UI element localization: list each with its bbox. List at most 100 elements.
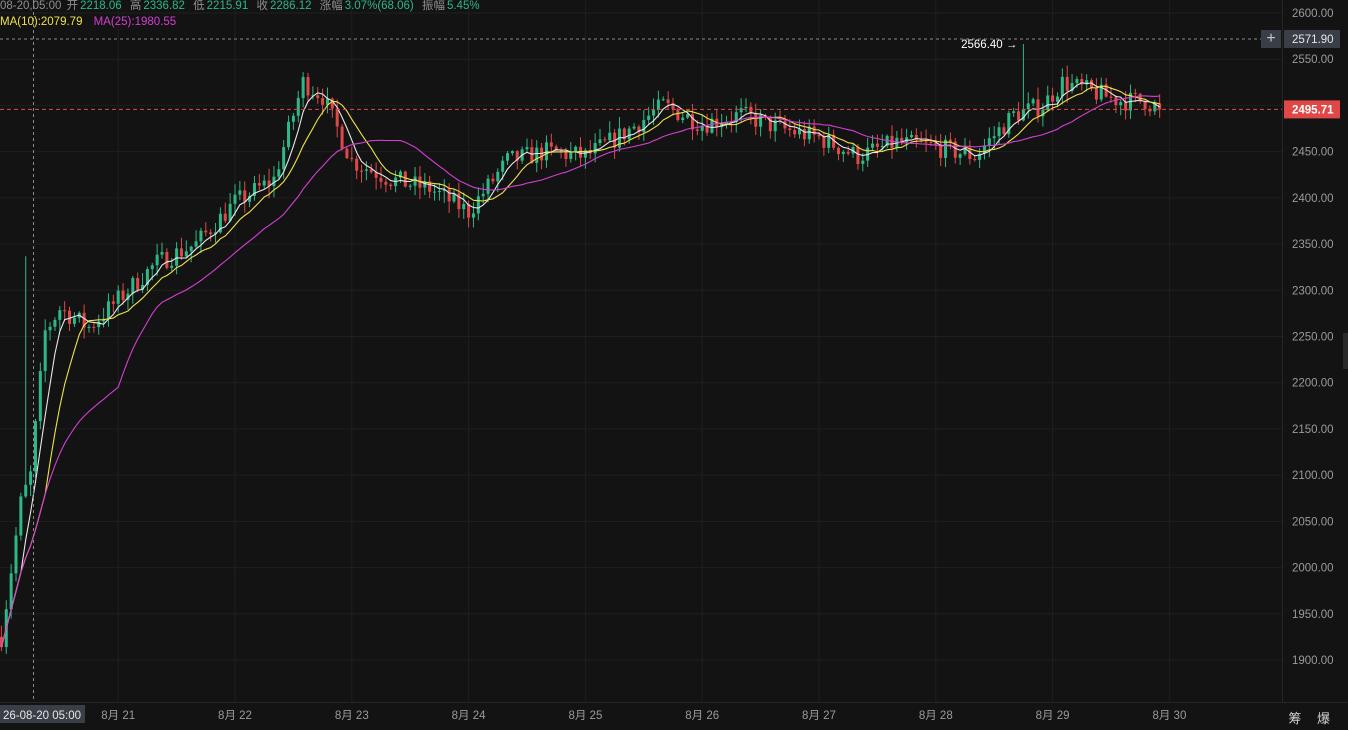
candle-body (481, 193, 485, 197)
ma10-legend: MA(10):2079.79 (0, 16, 83, 28)
candle-body (301, 77, 305, 99)
close-label: 收 (256, 0, 268, 12)
price-axis-label: 2200.00 (1292, 378, 1334, 390)
candle-body (535, 147, 539, 163)
candle-body (384, 181, 388, 185)
candle-body (389, 184, 393, 187)
candle-body (184, 251, 188, 257)
candle-body (768, 116, 772, 132)
crosshair-time-label: 26-08-20 05:00 (3, 710, 81, 722)
price-axis-label: 2050.00 (1292, 516, 1334, 528)
candle-body (150, 265, 154, 270)
crosshair-price-label: 2571.90 (1292, 34, 1334, 46)
candle-body (817, 134, 821, 137)
candle-body (447, 189, 451, 202)
candle-body (1124, 102, 1128, 111)
candle-body (501, 160, 505, 172)
candle-body (97, 321, 101, 328)
time-axis-label: 8月 22 (218, 710, 252, 722)
candle-body (335, 108, 339, 127)
time-axis-label: 8月 26 (685, 710, 719, 722)
price-axis-label: 2100.00 (1292, 470, 1334, 482)
candle-body (1143, 101, 1147, 110)
ohlc-time: 08-20,05:00 (0, 0, 62, 12)
candle-body (121, 290, 125, 300)
candle-body (1075, 79, 1079, 83)
candle-body (316, 95, 320, 99)
ma25-legend: MA(25):1980.55 (93, 16, 177, 28)
candle-body (846, 151, 850, 154)
ma-legend: MA(10):2079.79 MA(25):1980.55 (0, 15, 184, 29)
candle-body (58, 310, 62, 320)
candle-body (350, 158, 354, 160)
candle-body (437, 191, 441, 193)
candle-body (924, 141, 928, 143)
candle-body (306, 77, 310, 96)
candle-body (379, 177, 383, 182)
candle-body (890, 135, 894, 149)
candle-body (165, 251, 169, 268)
candle-body (38, 371, 42, 422)
candle-body (841, 151, 845, 155)
candle-body (24, 484, 28, 497)
candle-body (861, 160, 865, 164)
candle-body (744, 106, 748, 109)
candle-body (33, 421, 37, 472)
candle-body (189, 246, 193, 252)
time-axis-label: 8月 23 (335, 710, 369, 722)
candle-body (569, 151, 573, 160)
candle-body (194, 241, 198, 247)
change-label: 涨幅 (319, 0, 343, 12)
kline-chart-app[interactable]: 2600.002550.002500.002450.002400.002350.… (0, 0, 1348, 730)
candle-body (574, 146, 578, 152)
candle-body (223, 213, 227, 221)
candle-body (632, 126, 636, 129)
candle-body (296, 98, 300, 116)
candle-body (656, 99, 660, 111)
candle-body (170, 265, 174, 268)
candle-body (666, 99, 670, 104)
candle-body (603, 139, 607, 141)
candle-body (676, 109, 680, 121)
candle-body (1094, 88, 1098, 100)
add-alert-plus-icon[interactable]: + (1261, 30, 1281, 48)
candle-body (880, 145, 884, 147)
candle-body (282, 147, 286, 170)
time-axis-label: 8月 21 (101, 710, 135, 722)
candle-body (204, 230, 208, 233)
candle-body (1055, 96, 1059, 102)
price-axis-label: 2350.00 (1292, 239, 1334, 251)
open-value: 2218.06 (80, 0, 122, 12)
candle-body (199, 230, 203, 242)
candle-body (209, 232, 213, 235)
candlestick-chart[interactable]: 2600.002550.002500.002450.002400.002350.… (0, 0, 1348, 730)
candle-body (277, 169, 281, 177)
candle-body (496, 171, 500, 182)
candle-body (29, 471, 33, 485)
candle-body (262, 180, 266, 186)
chart-tools[interactable]: 筹 爆 (1288, 708, 1336, 727)
candle-body (856, 147, 860, 164)
price-axis-label: 2150.00 (1292, 424, 1334, 436)
candle-body (695, 129, 699, 131)
candle-body (997, 127, 1001, 137)
side-panel-handle[interactable] (1343, 333, 1348, 369)
price-axis-label: 2600.00 (1292, 8, 1334, 20)
candle-body (53, 319, 57, 327)
candle-body (871, 143, 875, 148)
candle-body (1133, 92, 1137, 94)
candle-body (739, 108, 743, 113)
price-axis-label: 2550.00 (1292, 54, 1334, 66)
candle-body (652, 110, 656, 116)
candle-body (116, 290, 120, 304)
candle-body (257, 183, 261, 186)
candle-body (549, 142, 553, 147)
candle-body (238, 190, 242, 195)
candle-body (1036, 99, 1040, 117)
candle-body (287, 121, 291, 148)
candle-body (136, 277, 140, 290)
low-value: 2215.91 (206, 0, 249, 12)
candle-body (1046, 95, 1050, 110)
candle-body (486, 178, 490, 194)
candle-body (1051, 95, 1055, 102)
